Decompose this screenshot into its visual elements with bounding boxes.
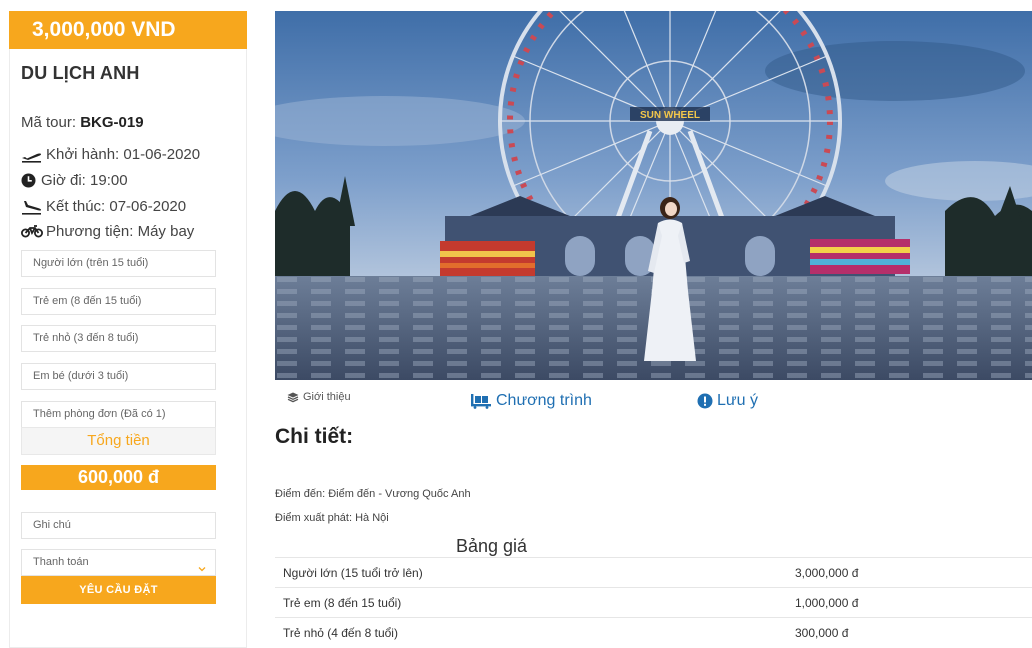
price-row-value: 3,000,000 đ (795, 565, 859, 580)
price-row-label: Trẻ em (8 đến 15 tuổi) (283, 595, 402, 610)
booking-request-button[interactable]: YÊU CẦU ĐẶT (21, 576, 216, 604)
payment-select-value: Thanh toán (33, 556, 89, 568)
origin-text: Điểm xuất phát: Hà Nội (275, 512, 389, 524)
tab-note-label: Lưu ý (717, 392, 758, 409)
payment-select[interactable]: Thanh toán (21, 549, 216, 576)
sun-wheel-sign: SUN WHEEL (640, 110, 700, 121)
tour-code-label: Mã tour: (21, 114, 77, 131)
tab-intro[interactable]: Giới thiệu (287, 391, 351, 403)
table-row: Trẻ em (8 đến 15 tuổi) 1,000,000 đ (275, 587, 1032, 618)
tab-program-label: Chương trình (496, 392, 592, 409)
plane-landing-icon (21, 199, 43, 215)
price-row-value: 1,000,000 đ (795, 595, 859, 610)
single-room-input[interactable]: Thêm phòng đơn (Đã có 1) (21, 401, 216, 428)
table-row: Người lớn (15 tuổi trở lên) 3,000,000 đ (275, 557, 1032, 588)
end-text: Kết thúc: 07-06-2020 (46, 198, 187, 215)
kid-count-input[interactable]: Trẻ nhỏ (3 đến 8 tuổi) (21, 325, 216, 352)
price-table-title: Bảng giá (456, 536, 528, 556)
tab-intro-label: Giới thiệu (303, 391, 351, 403)
baby-count-input[interactable]: Em bé (dưới 3 tuổi) (21, 363, 216, 390)
adult-count-input[interactable]: Người lớn (trên 15 tuổi) (21, 250, 216, 277)
tour-name: DU LỊCH ANH (21, 63, 140, 83)
departure-info: Khởi hành: 01-06-2020 (21, 146, 200, 163)
transport-info: Phương tiện: Máy bay (21, 223, 194, 240)
tour-code-value: BKG-019 (80, 114, 144, 131)
note-input[interactable]: Ghi chú (21, 512, 216, 539)
child-count-input[interactable]: Trẻ em (8 đến 15 tuổi) (21, 288, 216, 315)
layers-icon (287, 392, 299, 403)
departure-text: Khởi hành: 01-06-2020 (46, 146, 201, 163)
motorbike-icon (21, 224, 43, 240)
price-row-label: Người lớn (15 tuổi trở lên) (283, 565, 423, 580)
clock-icon (21, 173, 38, 189)
tab-note[interactable]: Lưu ý (697, 392, 758, 410)
price-row-value: 300,000 đ (795, 625, 849, 640)
price-table: Người lớn (15 tuổi trở lên) 3,000,000 đ … (275, 557, 1032, 648)
total-value: 600,000 đ (21, 465, 216, 490)
destination-text: Điểm đến: Điểm đến - Vương Quốc Anh (275, 488, 471, 500)
table-row: Trẻ nhỏ (4 đến 8 tuổi) 300,000 đ (275, 617, 1032, 648)
time-info: Giờ đi: 19:00 (21, 172, 128, 189)
exclamation-circle-icon (697, 393, 713, 409)
tour-price-banner: 3,000,000 VND (9, 11, 247, 49)
transport-text: Phương tiện: Máy bay (46, 223, 195, 240)
end-info: Kết thúc: 07-06-2020 (21, 198, 186, 215)
tour-code: Mã tour: BKG-019 (21, 114, 144, 131)
total-label: Tổng tiền (21, 427, 216, 455)
details-title: Chi tiết: (275, 425, 354, 448)
truck-loading-icon (470, 393, 492, 409)
tour-hero-image: SUN WHEEL (275, 11, 1032, 380)
time-text: Giờ đi: 19:00 (41, 172, 128, 189)
price-row-label: Trẻ nhỏ (4 đến 8 tuổi) (283, 625, 398, 640)
tab-program[interactable]: Chương trình (470, 392, 592, 410)
chevron-down-icon (198, 558, 206, 572)
plane-takeoff-icon (21, 147, 43, 163)
